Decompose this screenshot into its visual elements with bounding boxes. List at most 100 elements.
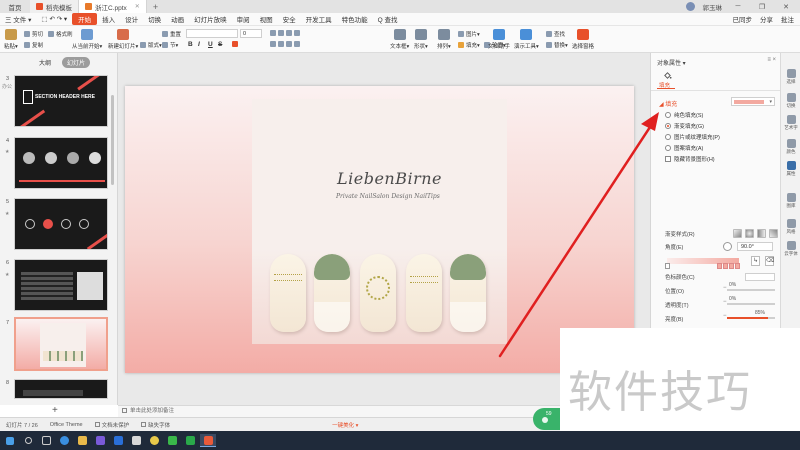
menu-home[interactable]: 开始 xyxy=(72,13,98,25)
gradient-linear-icon[interactable] xyxy=(733,229,742,238)
replace-button[interactable]: 替换▾ xyxy=(546,41,568,49)
delete-stop-button[interactable]: ⌫ xyxy=(765,256,774,266)
reset-button[interactable]: 重置 xyxy=(162,30,181,38)
menu-search[interactable]: Q 查找 xyxy=(373,14,403,24)
angle-input[interactable]: 90.0° xyxy=(737,242,773,251)
option-picture-fill[interactable]: 图片或纹理填充(P) xyxy=(665,133,720,141)
arrange-button[interactable]: 排列▾ xyxy=(437,29,451,50)
maximize-icon[interactable]: ❐ xyxy=(754,3,770,11)
format-painter-button[interactable]: 格式刷 xyxy=(48,30,73,38)
section-button[interactable]: 节▾ xyxy=(162,41,178,49)
strip-style[interactable]: 风格 xyxy=(781,219,800,235)
fill-color-select[interactable]: ▾ xyxy=(731,97,775,106)
shape-button[interactable]: 形状▾ xyxy=(414,29,428,50)
comment-button[interactable]: 批注 xyxy=(781,14,794,24)
menu-developer[interactable]: 开发工具 xyxy=(301,14,337,24)
file-explorer-icon[interactable] xyxy=(74,434,90,447)
pane-title[interactable]: 对象属性 ▾ xyxy=(657,58,686,67)
missing-font-status[interactable]: 缺失字体 xyxy=(135,421,176,429)
green-app-icon[interactable] xyxy=(182,434,198,447)
option-hide-background[interactable]: 隐藏背景图形(H) xyxy=(665,155,715,163)
gradient-rect-icon[interactable] xyxy=(757,229,766,238)
menu-slideshow[interactable]: 幻灯片放映 xyxy=(189,14,232,24)
checkbox-hide-background[interactable] xyxy=(665,156,671,162)
sync-status[interactable]: 已同步 xyxy=(733,14,753,24)
gradient-stop-handle[interactable] xyxy=(723,263,728,269)
gradient-stop-handle[interactable] xyxy=(729,263,734,269)
transparency-spinner[interactable]: − xyxy=(723,299,727,305)
angle-dial[interactable] xyxy=(723,242,732,251)
image-app-icon[interactable] xyxy=(128,434,144,447)
gradient-stop-handle[interactable] xyxy=(735,263,740,269)
beautify-button[interactable]: 一键美化 ▾ xyxy=(326,421,364,429)
strip-cloud-font[interactable]: 云字体 xyxy=(781,241,800,257)
radio-pattern-fill[interactable] xyxy=(665,145,671,151)
doc-protection-status[interactable]: 文档未保护 xyxy=(89,421,136,429)
bold-button[interactable]: B xyxy=(188,41,193,48)
paragraph-tools[interactable] xyxy=(270,30,302,36)
stop-color-select[interactable] xyxy=(745,273,775,281)
position-slider[interactable] xyxy=(727,289,775,291)
paste-button[interactable]: 粘贴▾ xyxy=(4,29,18,50)
new-tab-icon[interactable]: + xyxy=(153,2,158,12)
italic-button[interactable]: I xyxy=(198,41,200,48)
menu-view[interactable]: 视图 xyxy=(255,14,278,24)
gradient-stop-handle[interactable] xyxy=(665,263,670,269)
menu-special[interactable]: 特色功能 xyxy=(337,14,373,24)
minimize-icon[interactable]: ─ xyxy=(730,3,746,10)
strip-color[interactable]: 颜色 xyxy=(781,139,800,155)
menu-file[interactable]: 三 文件 ▾ xyxy=(0,14,36,24)
presentation-tools-button[interactable]: 演示工具▾ xyxy=(514,29,539,50)
menu-design[interactable]: 设计 xyxy=(120,14,143,24)
menu-animation[interactable]: 动画 xyxy=(166,14,189,24)
tab-template[interactable]: 稻壳模板 xyxy=(30,0,79,13)
underline-button[interactable]: U xyxy=(208,41,213,48)
floating-assistant-widget[interactable]: 59 xyxy=(533,408,561,430)
wechat-icon[interactable] xyxy=(164,434,180,447)
media-app-icon[interactable] xyxy=(92,434,108,447)
tab-slides[interactable]: 幻灯片 xyxy=(62,57,91,68)
image-button[interactable]: 图片▾ xyxy=(458,30,480,38)
strip-gallery[interactable]: 图库 xyxy=(781,193,800,209)
fill-section-header[interactable]: ◢ 填充 xyxy=(659,99,677,108)
strikethrough-button[interactable]: S xyxy=(218,41,222,48)
quick-access-icons[interactable]: ⬚ ↶ ↷ ▾ xyxy=(36,15,72,23)
layout-button[interactable]: 版式▾ xyxy=(140,41,162,49)
fill-bucket-icon[interactable] xyxy=(663,71,672,80)
strip-transition[interactable]: 切换 xyxy=(781,93,800,109)
transparency-slider[interactable] xyxy=(727,303,775,305)
close-tab-icon[interactable]: ✕ xyxy=(135,3,140,10)
slide-thumbnail-3[interactable]: SECTION HEADER HERE xyxy=(14,75,108,127)
radio-picture-fill[interactable] xyxy=(665,134,671,140)
option-solid-fill[interactable]: 纯色填充(S) xyxy=(665,111,703,119)
menu-insert[interactable]: 插入 xyxy=(97,14,120,24)
brightness-slider[interactable] xyxy=(727,317,775,319)
fill-button[interactable]: 填充▾ xyxy=(458,41,480,49)
browser-icon[interactable] xyxy=(56,434,72,447)
slide-canvas[interactable]: LiebenBirne Private NailSalon Design Nai… xyxy=(125,86,634,373)
slide-thumbnail-5[interactable] xyxy=(14,198,108,250)
menu-transition[interactable]: 切换 xyxy=(143,14,166,24)
select-pane-button[interactable]: 选择窗格 xyxy=(572,29,594,50)
find-button[interactable]: 查找 xyxy=(546,30,565,38)
share-button[interactable]: 分享 xyxy=(760,14,773,24)
strip-select[interactable]: 选择 xyxy=(781,69,800,85)
task-view-icon[interactable] xyxy=(38,434,54,447)
textbox-button[interactable]: 文本框▾ xyxy=(390,29,409,50)
slide-thumbnail-6[interactable] xyxy=(14,259,108,311)
font-color-button[interactable] xyxy=(232,41,240,47)
slide-photo[interactable]: LiebenBirne Private NailSalon Design Nai… xyxy=(252,99,507,344)
gradient-path-icon[interactable] xyxy=(769,229,778,238)
tab-outline[interactable]: 大纲 xyxy=(34,57,56,68)
align-tools[interactable] xyxy=(270,41,302,47)
thumbnail-scrollbar[interactable] xyxy=(111,95,114,185)
option-pattern-fill[interactable]: 图案填充(A) xyxy=(665,144,703,152)
position-spinner[interactable]: − xyxy=(723,285,727,291)
close-window-icon[interactable]: ✕ xyxy=(778,3,794,11)
radio-gradient-fill[interactable] xyxy=(665,123,671,129)
radio-solid-fill[interactable] xyxy=(665,112,671,118)
chrome-icon[interactable] xyxy=(146,434,162,447)
wps-writer-icon[interactable] xyxy=(110,434,126,447)
strip-wordart[interactable]: 艺术字 xyxy=(781,115,800,131)
slide-thumbnail-7-selected[interactable] xyxy=(14,317,108,371)
